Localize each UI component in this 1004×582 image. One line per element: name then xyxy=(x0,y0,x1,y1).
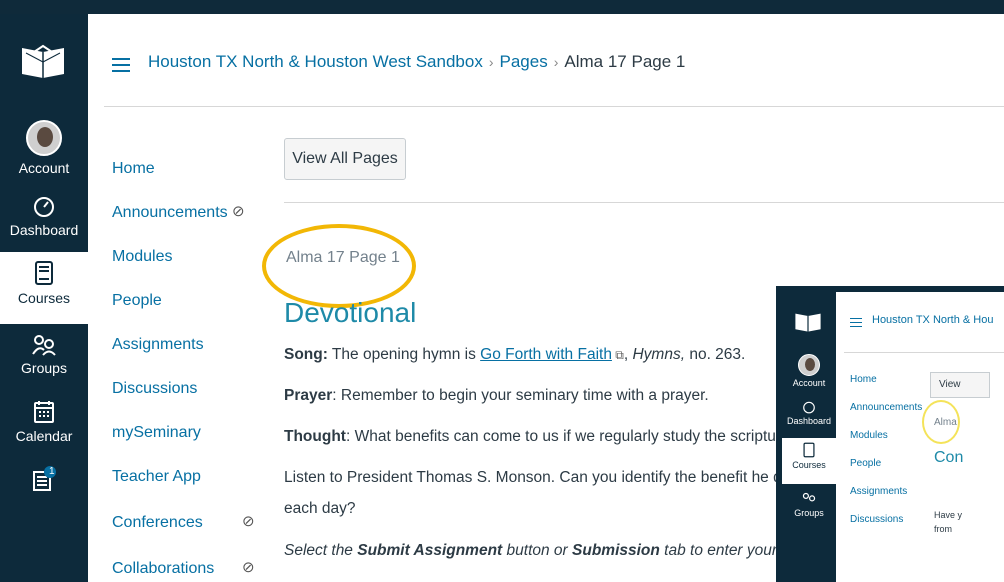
hidden-eye-icon: ⊘ xyxy=(242,559,255,576)
course-nav-home[interactable]: Home xyxy=(112,160,155,178)
overlay-logo-icon xyxy=(795,313,821,332)
overlay-course-nav-item: Discussions xyxy=(850,514,904,525)
prayer-text: : Remember to begin your seminary time w… xyxy=(332,387,709,404)
overlay-breadcrumb: Houston TX North & Hou xyxy=(872,314,994,326)
overlay-nav-account: Account xyxy=(782,354,836,388)
groups-icon xyxy=(802,492,816,502)
overlay-global-nav: Account Dashboard Courses Groups xyxy=(782,292,836,582)
prayer-paragraph: Prayer: Remember to begin your seminary … xyxy=(284,387,709,405)
content-divider xyxy=(284,202,1004,203)
song-text: The opening hymn is xyxy=(327,346,481,363)
listen-paragraph-line1: Listen to President Thomas S. Monson. Ca… xyxy=(284,469,791,486)
course-nav-discussions[interactable]: Discussions xyxy=(112,380,197,398)
overlay-text: Have y xyxy=(934,510,963,520)
overlay-nav-courses: Courses xyxy=(782,438,836,484)
overlay-nav-label: Account xyxy=(792,378,826,388)
account-label: Account xyxy=(18,160,70,176)
calendar-label: Calendar xyxy=(15,428,73,444)
view-all-pages-button[interactable]: View All Pages xyxy=(284,138,406,180)
canvas-screen: Account Dashboard Courses Groups Calenda… xyxy=(0,14,1004,582)
calendar-icon xyxy=(34,401,54,423)
course-nav-myseminary[interactable]: mySeminary xyxy=(112,424,201,442)
overlay-screenshot: Account Dashboard Courses Groups Houston… xyxy=(776,286,1004,582)
select-bold: Submit Assignment xyxy=(357,542,503,559)
overlay-course-nav-item: Assignments xyxy=(850,486,908,497)
overlay-course-nav-item: Home xyxy=(850,374,877,385)
header-divider xyxy=(104,106,1004,107)
overlay-nav-groups: Groups xyxy=(782,492,836,518)
inbox-badge: 1 xyxy=(49,466,55,477)
avatar xyxy=(798,354,820,376)
select-text: button or xyxy=(502,542,573,559)
course-nav-conferences[interactable]: Conferences xyxy=(112,514,203,532)
overlay-page-title: Alma xyxy=(934,417,957,428)
hidden-eye-icon: ⊘ xyxy=(232,203,245,220)
song-book: Hymns, xyxy=(632,346,686,363)
global-nav-calendar[interactable]: Calendar xyxy=(0,400,88,444)
course-nav-teacher-app[interactable]: Teacher App xyxy=(112,468,201,486)
avatar xyxy=(26,120,62,156)
overlay-divider xyxy=(844,352,1004,353)
courses-icon xyxy=(803,442,815,458)
courses-icon xyxy=(35,261,53,285)
select-bold: Submission xyxy=(572,542,660,559)
global-nav-courses[interactable]: Courses xyxy=(0,252,88,324)
global-nav-account[interactable]: Account xyxy=(0,120,88,176)
dashboard-icon xyxy=(34,197,54,217)
thought-label: Thought xyxy=(284,428,346,445)
overlay-nav-dashboard: Dashboard xyxy=(782,400,836,426)
global-nav: Account Dashboard Courses Groups Calenda… xyxy=(0,14,88,582)
overlay-view-button: View xyxy=(930,372,990,398)
groups-icon xyxy=(32,335,56,356)
breadcrumb-course[interactable]: Houston TX North & Houston West Sandbox xyxy=(148,52,483,71)
breadcrumb-current: Alma 17 Page 1 xyxy=(564,52,686,71)
global-nav-dashboard[interactable]: Dashboard xyxy=(0,194,88,238)
breadcrumb-separator-icon: › xyxy=(488,54,494,70)
overlay-nav-label: Dashboard xyxy=(786,416,832,426)
course-nav-modules[interactable]: Modules xyxy=(112,248,172,266)
highlight-ring xyxy=(262,224,416,308)
courses-label: Courses xyxy=(17,290,71,306)
devotional-heading: Devotional xyxy=(284,297,417,328)
course-nav-collaborations[interactable]: Collaborations xyxy=(112,560,214,578)
course-nav-assignments[interactable]: Assignments xyxy=(112,336,204,354)
hamburger-menu-icon[interactable] xyxy=(112,58,130,72)
dashboard-label: Dashboard xyxy=(9,222,79,238)
song-link[interactable]: Go Forth with Faith xyxy=(480,346,612,363)
overlay-course-nav-item: Modules xyxy=(850,430,888,441)
song-text: no. 263. xyxy=(685,346,746,363)
select-text: Select the xyxy=(284,542,358,559)
overlay-text: from xyxy=(934,524,952,534)
external-link-icon: ⧉ xyxy=(611,348,624,362)
overlay-course-nav-item: Announcements xyxy=(850,402,923,413)
global-nav-inbox[interactable]: 1 xyxy=(0,466,88,496)
listen-paragraph-line2: each day? xyxy=(284,500,356,517)
overlay-course-nav-item: People xyxy=(850,458,882,469)
course-nav-announcements[interactable]: Announcements xyxy=(112,204,228,222)
hidden-eye-icon: ⊘ xyxy=(242,513,255,530)
overlay-nav-label: Courses xyxy=(792,460,826,470)
groups-label: Groups xyxy=(21,360,67,376)
overlay-nav-label: Groups xyxy=(794,508,824,518)
course-nav-people[interactable]: People xyxy=(112,292,162,310)
overlay-hamburger-icon xyxy=(850,318,862,327)
thought-paragraph: Thought: What benefits can come to us if… xyxy=(284,428,790,446)
overlay-heading: Con xyxy=(934,449,964,466)
select-paragraph: Select the Submit Assignment button or S… xyxy=(284,542,825,560)
open-book-logo-icon[interactable] xyxy=(18,42,68,82)
dashboard-icon xyxy=(803,401,815,414)
breadcrumb-separator-icon: › xyxy=(553,54,559,70)
breadcrumb-pages[interactable]: Pages xyxy=(500,52,548,71)
global-nav-groups[interactable]: Groups xyxy=(0,334,88,376)
prayer-label: Prayer xyxy=(284,387,333,404)
thought-text: : What benefits can come to us if we reg… xyxy=(345,428,790,445)
song-label: Song: xyxy=(284,346,328,363)
song-paragraph: Song: The opening hymn is Go Forth with … xyxy=(284,346,745,364)
breadcrumb: Houston TX North & Houston West Sandbox ›… xyxy=(148,52,685,72)
